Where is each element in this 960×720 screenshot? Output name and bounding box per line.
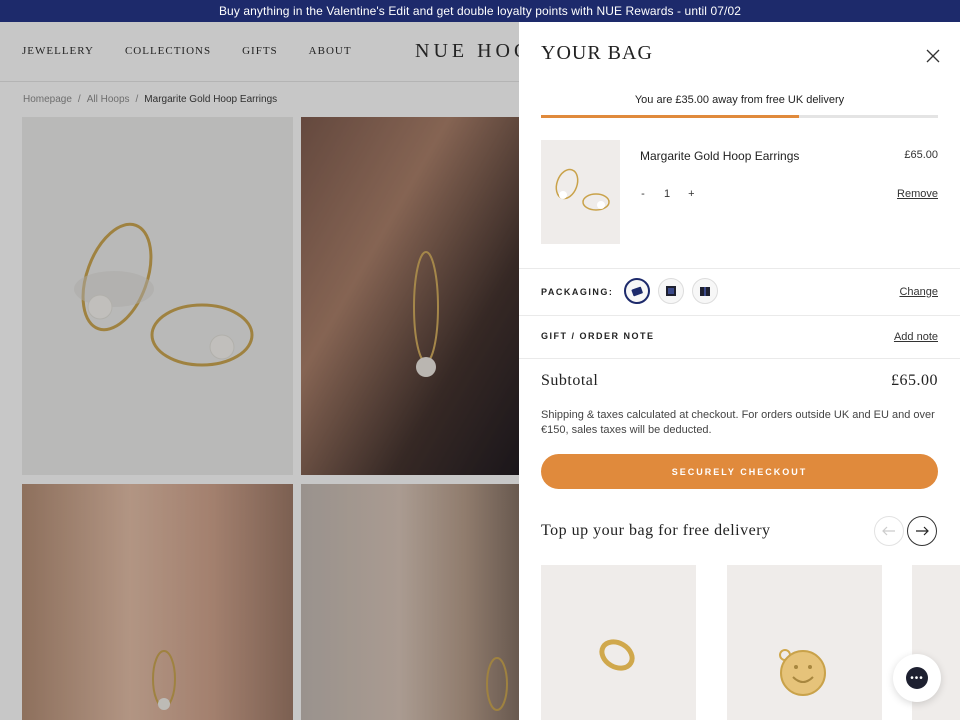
chat-button[interactable]: ••• bbox=[893, 654, 941, 702]
arrow-right-icon[interactable] bbox=[907, 516, 937, 546]
progress-fill bbox=[541, 115, 800, 118]
packaging-options bbox=[624, 278, 718, 304]
remove-button[interactable]: Remove bbox=[897, 188, 938, 200]
free-delivery-message: You are £35.00 away from free UK deliver… bbox=[634, 94, 845, 106]
qty-increase-button[interactable]: + bbox=[688, 188, 694, 200]
packaging-option-box[interactable] bbox=[658, 278, 684, 304]
chat-icon: ••• bbox=[906, 667, 928, 689]
upsell-product-card[interactable] bbox=[727, 565, 882, 720]
drawer-title: YOUR BAG bbox=[541, 42, 653, 64]
packaging-change-link[interactable]: Change bbox=[899, 286, 938, 298]
announcement-bar: Buy anything in the Valentine's Edit and… bbox=[0, 0, 960, 22]
gift-note-row: GIFT / ORDER NOTE Add note bbox=[541, 328, 938, 348]
close-icon[interactable] bbox=[923, 46, 943, 66]
gift-box-icon bbox=[700, 287, 710, 296]
gift-note-label: GIFT / ORDER NOTE bbox=[541, 331, 655, 341]
pouch-icon bbox=[631, 286, 643, 297]
divider bbox=[519, 358, 960, 359]
qty-decrease-button[interactable]: - bbox=[640, 188, 646, 200]
line-item-name[interactable]: Margarite Gold Hoop Earrings bbox=[640, 149, 799, 163]
cart-line-item: Margarite Gold Hoop Earrings £65.00 - 1 … bbox=[541, 140, 938, 244]
upsell-title: Top up your bag for free delivery bbox=[541, 522, 771, 539]
divider bbox=[519, 268, 960, 269]
line-item-image[interactable] bbox=[541, 140, 620, 244]
shipping-note: Shipping & taxes calculated at checkout.… bbox=[541, 409, 935, 436]
subtotal-label: Subtotal bbox=[541, 372, 599, 389]
page-overlay[interactable] bbox=[0, 22, 519, 720]
qty-value[interactable]: 1 bbox=[664, 188, 670, 200]
box-icon bbox=[666, 286, 676, 296]
packaging-option-pouch[interactable] bbox=[624, 278, 650, 304]
arrow-left-icon[interactable] bbox=[874, 516, 904, 546]
line-item-price: £65.00 bbox=[904, 149, 938, 161]
checkout-button[interactable]: SECURELY CHECKOUT bbox=[541, 454, 938, 489]
cart-drawer: YOUR BAG You are £35.00 away from free U… bbox=[519, 22, 960, 720]
packaging-option-gift-box[interactable] bbox=[692, 278, 718, 304]
announcement-text: Buy anything in the Valentine's Edit and… bbox=[218, 4, 742, 18]
subtotal-value: £65.00 bbox=[891, 372, 938, 389]
packaging-row: PACKAGING: Change bbox=[541, 277, 938, 307]
quantity-stepper: - 1 + bbox=[640, 188, 694, 200]
packaging-label: PACKAGING: bbox=[541, 287, 614, 297]
add-note-link[interactable]: Add note bbox=[894, 331, 938, 343]
upsell-product-card[interactable] bbox=[541, 565, 696, 720]
divider bbox=[519, 315, 960, 316]
free-delivery-progress bbox=[541, 115, 938, 118]
